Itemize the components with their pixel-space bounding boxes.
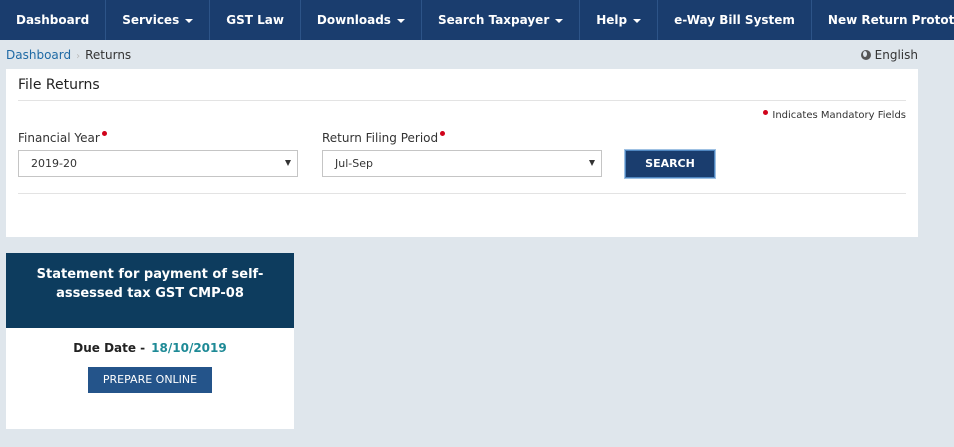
nav-dashboard[interactable]: Dashboard xyxy=(0,0,107,40)
nav-dashboard-label: Dashboard xyxy=(16,13,90,27)
chevron-right-icon: › xyxy=(76,51,81,62)
breadcrumb: Dashboard › Returns xyxy=(6,48,131,62)
language-label: English xyxy=(874,48,918,62)
due-date-value: 18/10/2019 xyxy=(151,341,227,355)
nav-new-return-prototype-label: New Return Prototype xyxy=(827,13,954,27)
nav-help-label: Help xyxy=(596,13,628,27)
nav-eway-bill-label: e-Way Bill System xyxy=(674,13,795,27)
mandatory-note-text: Indicates Mandatory Fields xyxy=(772,110,906,121)
globe-icon xyxy=(860,50,871,60)
breadcrumb-current: Returns xyxy=(85,48,132,62)
top-navbar: Dashboard Services GST Law Downloads Sea… xyxy=(0,0,954,40)
financial-year-select[interactable]: 2019-20 xyxy=(18,150,298,177)
nav-gst-law-label: GST Law xyxy=(226,13,284,27)
file-returns-panel: File Returns Indicates Mandatory Fields … xyxy=(6,69,918,237)
nav-eway-bill[interactable]: e-Way Bill System xyxy=(658,0,812,40)
panel-title: File Returns xyxy=(18,77,100,93)
due-date-label: Due Date - xyxy=(73,341,146,355)
financial-year-label-text: Financial Year xyxy=(18,131,100,145)
dropdown-arrow-icon xyxy=(589,160,595,166)
nav-downloads[interactable]: Downloads xyxy=(301,0,422,40)
required-dot-icon xyxy=(763,110,769,115)
nav-services[interactable]: Services xyxy=(106,0,211,40)
financial-year-label: Financial Year xyxy=(18,131,107,145)
search-button[interactable]: SEARCH xyxy=(625,150,715,178)
chevron-down-icon xyxy=(185,18,194,23)
nav-services-label: Services xyxy=(122,13,180,27)
nav-search-taxpayer-label: Search Taxpayer xyxy=(437,13,550,27)
prepare-online-button[interactable]: PREPARE ONLINE xyxy=(88,367,212,393)
chevron-down-icon xyxy=(633,18,642,23)
nav-help[interactable]: Help xyxy=(580,0,659,40)
divider xyxy=(18,193,906,194)
chevron-down-icon xyxy=(396,18,405,23)
due-date-row: Due Date - 18/10/2019 xyxy=(6,341,294,355)
language-selector[interactable]: English xyxy=(860,48,918,62)
nav-gst-law[interactable]: GST Law xyxy=(210,0,301,40)
return-period-label-text: Return Filing Period xyxy=(322,131,439,145)
required-dot-icon xyxy=(101,131,107,136)
breadcrumb-dashboard-link[interactable]: Dashboard xyxy=(6,48,71,62)
financial-year-value: 2019-20 xyxy=(31,157,77,170)
return-period-select[interactable]: Jul-Sep xyxy=(322,150,602,177)
required-dot-icon xyxy=(440,131,446,136)
return-period-label: Return Filing Period xyxy=(322,131,446,145)
mandatory-note: Indicates Mandatory Fields xyxy=(763,110,906,121)
return-period-value: Jul-Sep xyxy=(335,157,373,170)
nav-downloads-label: Downloads xyxy=(316,13,391,27)
card-title: Statement for payment of self-assessed t… xyxy=(6,253,294,328)
cmp08-return-card: Statement for payment of self-assessed t… xyxy=(6,253,294,429)
dropdown-arrow-icon xyxy=(285,160,291,166)
chevron-down-icon xyxy=(555,18,564,23)
nav-new-return-prototype[interactable]: New Return Prototype xyxy=(812,0,954,40)
nav-search-taxpayer[interactable]: Search Taxpayer xyxy=(422,0,581,40)
divider xyxy=(18,100,906,101)
